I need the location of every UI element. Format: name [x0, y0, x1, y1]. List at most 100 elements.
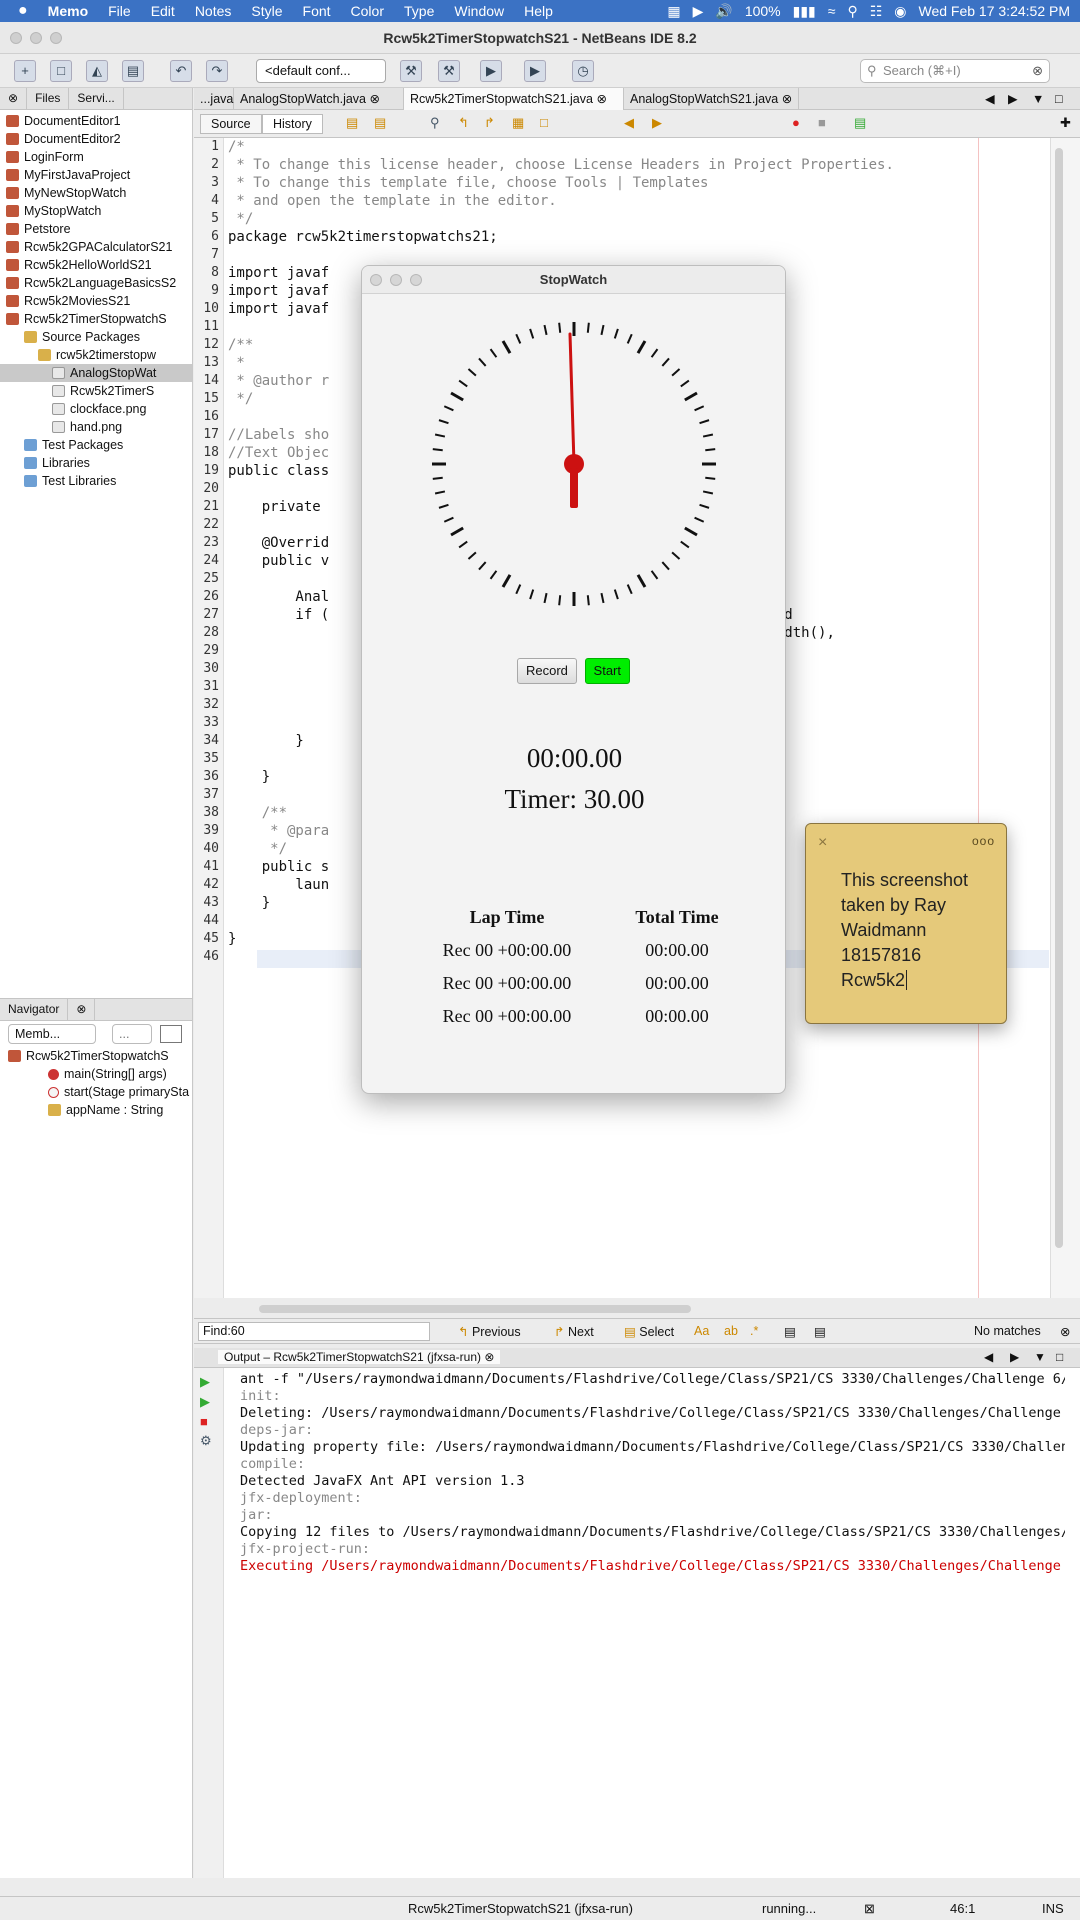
- find-previous-button[interactable]: ↰ Previous: [458, 1324, 521, 1339]
- find-input[interactable]: Find:60: [198, 1322, 430, 1341]
- note-text[interactable]: This screenshot taken by Ray Waidmann 18…: [841, 868, 991, 993]
- clear-search-icon[interactable]: ⊗: [1032, 60, 1043, 82]
- clock[interactable]: Wed Feb 17 3:24:52 PM: [919, 3, 1071, 19]
- split-editor-icon[interactable]: ✚: [1060, 115, 1071, 131]
- output-next-icon[interactable]: ▶: [1010, 1350, 1019, 1364]
- project-tree-item[interactable]: MyStopWatch: [0, 202, 192, 220]
- project-tree-item[interactable]: Rcw5k2LanguageBasicsS2: [0, 274, 192, 292]
- find-next-button[interactable]: ↱ Next: [554, 1324, 594, 1339]
- navigator-class[interactable]: Rcw5k2TimerStopwatchS: [0, 1047, 192, 1065]
- editor-vertical-scrollbar[interactable]: [1050, 138, 1080, 1298]
- project-tree-item[interactable]: DocumentEditor2: [0, 130, 192, 148]
- maximize-editor-icon[interactable]: □: [1049, 88, 1069, 110]
- settings-icon[interactable]: ⚙: [200, 1433, 223, 1449]
- output-maximize-icon[interactable]: □: [1056, 1350, 1063, 1364]
- tab-analogstopwatchs21[interactable]: AnalogStopWatchS21.java ⊗: [624, 88, 799, 110]
- output-prev-icon[interactable]: ◀: [984, 1350, 993, 1364]
- project-tree-item[interactable]: Rcw5k2TimerStopwatchS: [0, 310, 192, 328]
- close-output-icon[interactable]: ⊗: [484, 1350, 494, 1364]
- debug-icon[interactable]: ▶: [524, 60, 546, 82]
- code-line[interactable]: [224, 246, 1050, 264]
- menu-file[interactable]: File: [108, 3, 131, 19]
- menu-color[interactable]: Color: [351, 3, 384, 19]
- tab-java-truncated[interactable]: ...java: [194, 88, 234, 110]
- siri-icon[interactable]: ◉: [894, 3, 906, 20]
- code-line[interactable]: * To change this template file, choose T…: [224, 174, 1050, 192]
- comment-icon[interactable]: ▤: [854, 115, 866, 131]
- project-tree-item[interactable]: hand.png: [0, 418, 192, 436]
- project-tree-item[interactable]: Petstore: [0, 220, 192, 238]
- close-navigator-icon[interactable]: ⊗: [68, 999, 96, 1020]
- scroll-tabs-right-icon[interactable]: ▶: [1002, 88, 1024, 110]
- member-filter-dropdown[interactable]: Memb...: [8, 1024, 96, 1044]
- start-macro-icon[interactable]: ●: [792, 115, 800, 130]
- find-icon[interactable]: ⚲: [430, 115, 440, 131]
- menu-window[interactable]: Window: [454, 3, 504, 19]
- prev-bookmark-icon[interactable]: ◀: [624, 115, 634, 131]
- whole-word-icon[interactable]: ab: [724, 1324, 738, 1338]
- project-tree-item[interactable]: Rcw5k2GPACalculatorS21: [0, 238, 192, 256]
- close-tab-icon[interactable]: ⊗: [0, 88, 28, 109]
- project-tree-item[interactable]: Libraries: [0, 454, 192, 472]
- source-button[interactable]: Source: [200, 114, 262, 134]
- spotlight-icon[interactable]: ⚲: [847, 3, 857, 20]
- history-button[interactable]: History: [262, 114, 323, 134]
- close-find-icon[interactable]: ⊗: [1060, 1324, 1070, 1339]
- project-tree-item[interactable]: rcw5k2timerstopw: [0, 346, 192, 364]
- project-tree-item[interactable]: Rcw5k2HelloWorldS21: [0, 256, 192, 274]
- config-dropdown[interactable]: <default conf...: [256, 59, 386, 83]
- menu-type[interactable]: Type: [404, 3, 434, 19]
- build-icon[interactable]: ⚒: [400, 60, 422, 82]
- menu-edit[interactable]: Edit: [151, 3, 175, 19]
- scroll-tabs-left-icon[interactable]: ◀: [979, 88, 1001, 110]
- battery-label[interactable]: 100%: [745, 3, 781, 19]
- menu-help[interactable]: Help: [524, 3, 553, 19]
- profile-icon[interactable]: ◷: [572, 60, 594, 82]
- navigator-appname[interactable]: appName : String: [0, 1101, 192, 1119]
- project-tree-item[interactable]: Rcw5k2TimerS: [0, 382, 192, 400]
- close-tab-icon[interactable]: ⊗: [370, 92, 380, 106]
- regex-icon[interactable]: .*: [750, 1324, 758, 1338]
- scroll-thumb[interactable]: [1055, 148, 1063, 1248]
- next-bookmark-icon[interactable]: ▶: [652, 115, 662, 131]
- minimize-window-button[interactable]: [30, 32, 42, 44]
- volume-icon[interactable]: 🔊: [715, 3, 732, 20]
- project-tree-item[interactable]: clockface.png: [0, 400, 192, 418]
- save-all-icon[interactable]: ▤: [122, 60, 144, 82]
- code-line[interactable]: */: [224, 210, 1050, 228]
- output-list-icon[interactable]: ▼: [1034, 1350, 1046, 1364]
- open-project-icon[interactable]: ◭: [86, 60, 108, 82]
- toggle-highlight-icon[interactable]: ▦: [512, 115, 524, 131]
- project-tree-item[interactable]: Source Packages: [0, 328, 192, 346]
- close-tab-icon[interactable]: ⊗: [596, 92, 606, 106]
- new-project-icon[interactable]: □: [50, 60, 72, 82]
- find-previous-icon[interactable]: ↰: [458, 115, 469, 131]
- find-next-icon[interactable]: ↱: [484, 115, 495, 131]
- project-tree-item[interactable]: MyFirstJavaProject: [0, 166, 192, 184]
- wifi-icon[interactable]: ≈: [828, 3, 836, 19]
- zoom-window-button[interactable]: [50, 32, 62, 44]
- select-button[interactable]: ▤ Select: [624, 1324, 674, 1339]
- navigator-title[interactable]: Navigator: [0, 999, 69, 1020]
- tab-services[interactable]: Servi...: [69, 88, 124, 109]
- stop-icon[interactable]: ■: [200, 1414, 223, 1429]
- project-tree-item[interactable]: Rcw5k2MoviesS21: [0, 292, 192, 310]
- wrap-around-icon[interactable]: ▤: [814, 1324, 826, 1339]
- sticky-note[interactable]: × ooo This screenshot taken by Ray Waidm…: [805, 823, 1007, 1024]
- menu-font[interactable]: Font: [303, 3, 331, 19]
- code-line[interactable]: * To change this license header, choose …: [224, 156, 1050, 174]
- menu-style[interactable]: Style: [251, 3, 282, 19]
- close-window-button[interactable]: [10, 32, 22, 44]
- match-case-icon[interactable]: Aa: [694, 1324, 709, 1338]
- toggle-rect-select-icon[interactable]: □: [540, 115, 548, 130]
- menu-notes[interactable]: Notes: [195, 3, 232, 19]
- stopwatch-close-button[interactable]: [370, 274, 382, 286]
- app-menu[interactable]: Memo: [48, 3, 88, 19]
- grid-icon[interactable]: ▦: [667, 3, 680, 20]
- project-tree-item[interactable]: Test Libraries: [0, 472, 192, 490]
- secondary-filter-dropdown[interactable]: ...: [112, 1024, 152, 1044]
- project-tree-item[interactable]: LoginForm: [0, 148, 192, 166]
- search-input[interactable]: ⚲ Search (⌘+I) ⊗: [860, 59, 1050, 83]
- back-icon[interactable]: ▤: [374, 115, 386, 131]
- record-button[interactable]: Record: [517, 658, 577, 684]
